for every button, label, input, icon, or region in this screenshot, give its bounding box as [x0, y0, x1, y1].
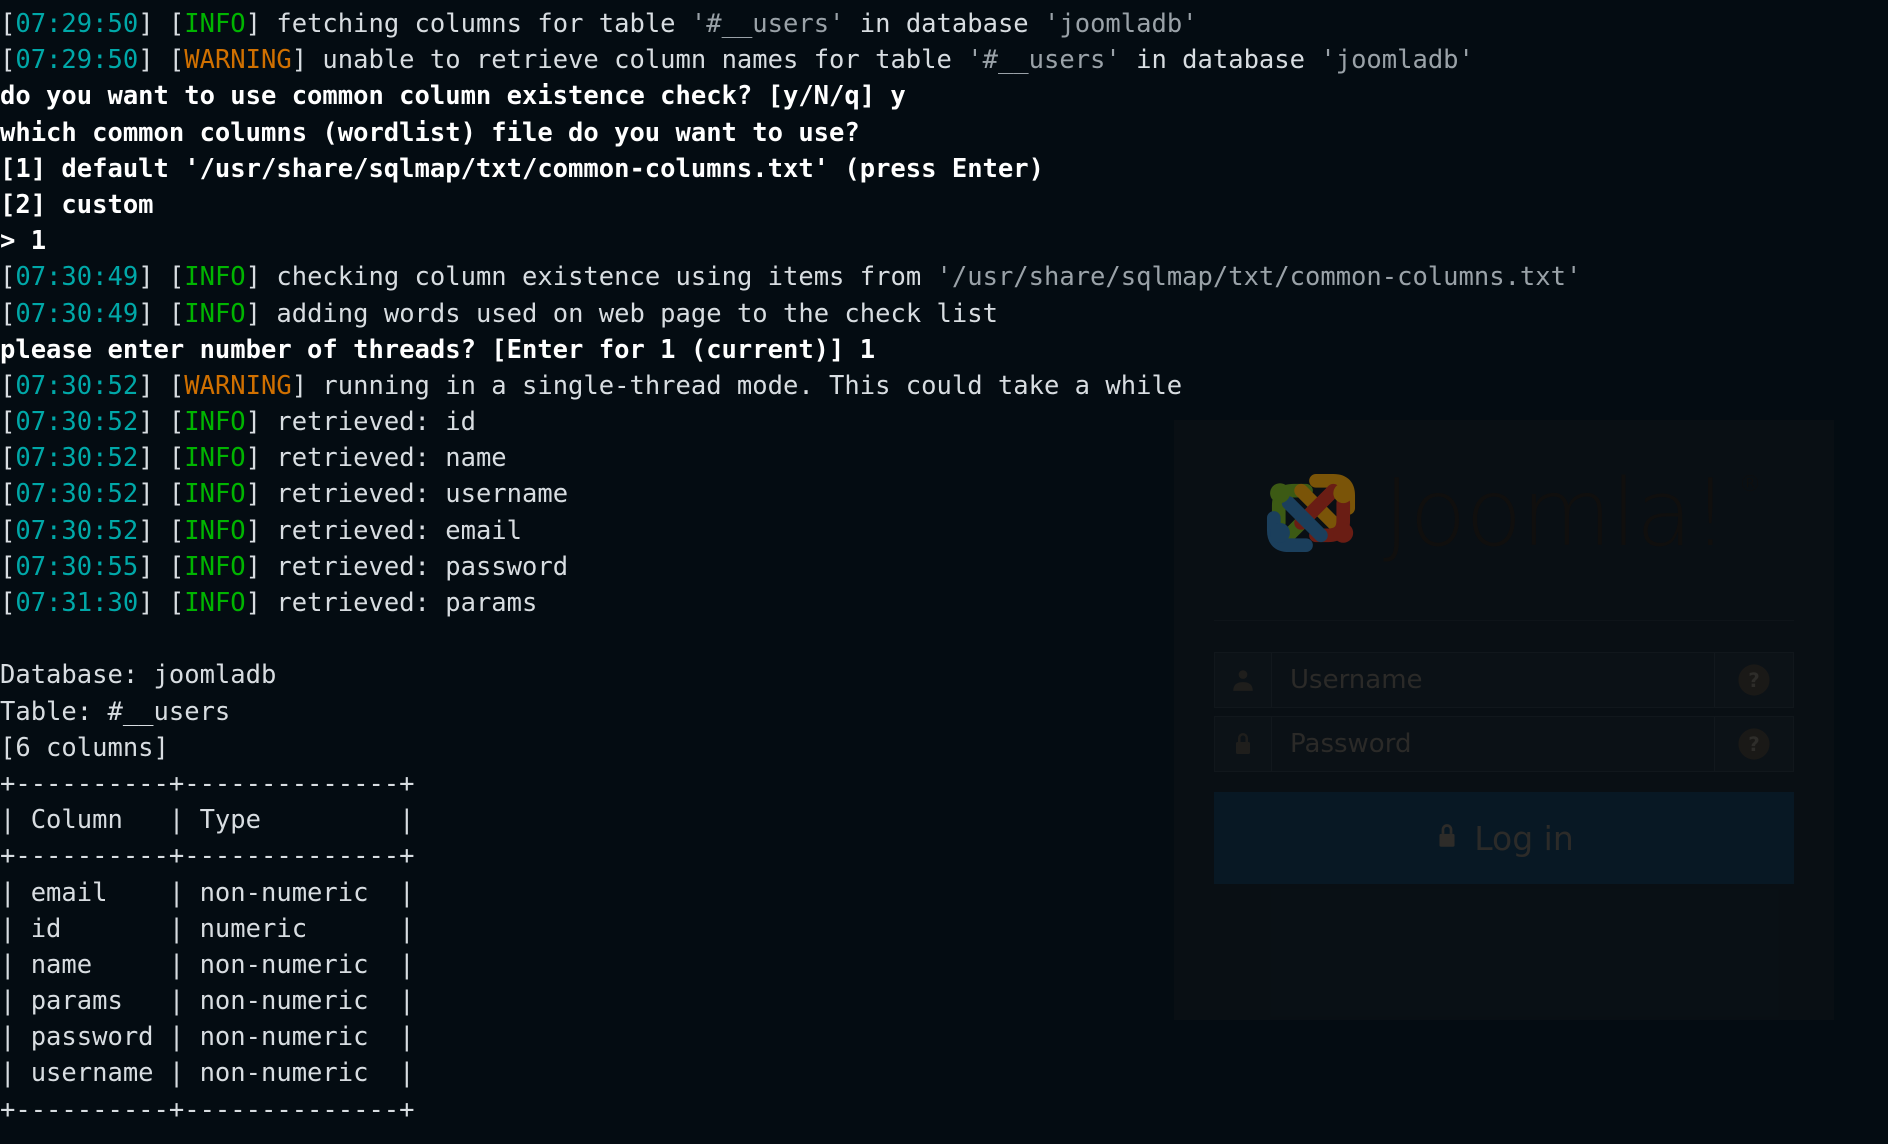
joomla-brand: Joomla! ® [1174, 448, 1834, 578]
log-fetching-columns: [07:29:50] [INFO] fetching columns for t… [0, 9, 1198, 39]
table-row-username: | username | non-numeric | [0, 1058, 415, 1089]
username-field-group[interactable]: ? [1214, 652, 1794, 708]
joomla-wordmark: Joomla! [1383, 458, 1729, 567]
joomla-login-panel: Joomla! ® ? ? [1174, 420, 1834, 1020]
password-input[interactable] [1272, 717, 1714, 771]
user-icon [1215, 653, 1272, 707]
lock-icon [1215, 717, 1272, 771]
username-input[interactable] [1272, 653, 1714, 707]
table-row-password: | password | non-numeric | [0, 1022, 415, 1053]
login-button[interactable]: Log in [1214, 792, 1794, 884]
table-rule-bottom: +----------+--------------+ [0, 1094, 415, 1125]
log-unable-retrieve: [07:29:50] [WARNING] unable to retrieve … [0, 45, 1474, 76]
panel-divider [1214, 620, 1794, 621]
user-answer-wordlist: > 1 [0, 226, 47, 257]
login-lock-icon [1434, 819, 1460, 858]
log-checking-existence: [07:30:49] [INFO] checking column existe… [0, 262, 1582, 293]
option-2-custom: [2] custom [0, 189, 154, 220]
option-1-default: [1] default '/usr/share/sqlmap/txt/commo… [0, 153, 1044, 184]
svg-text:?: ? [1748, 669, 1760, 692]
prompt-common-column-check: do you want to use common column existen… [0, 81, 906, 112]
svg-text:?: ? [1748, 733, 1760, 756]
registered-trademark-mark: ® [1738, 472, 1761, 497]
log-single-thread-warning: [07:30:52] [WARNING] running in a single… [0, 370, 1183, 401]
username-help-icon[interactable]: ? [1714, 653, 1793, 707]
log-adding-words: [07:30:49] [INFO] adding words used on w… [0, 298, 998, 329]
prompt-threads: please enter number of threads? [Enter f… [0, 334, 876, 365]
prompt-which-wordlist: which common columns (wordlist) file do … [0, 117, 860, 148]
joomla-logo-icon [1249, 451, 1373, 575]
password-help-icon[interactable]: ? [1714, 717, 1793, 771]
password-field-group[interactable]: ? [1214, 716, 1794, 772]
login-button-label: Log in [1474, 818, 1574, 858]
